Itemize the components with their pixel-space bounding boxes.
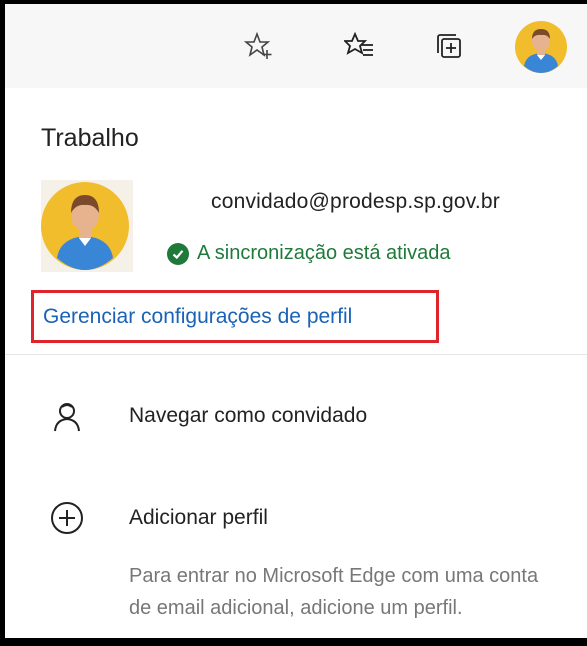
- favorites-icon: [344, 31, 373, 56]
- browser-window: Trabalho convidado@prodesp.sp.gov.br A s…: [0, 0, 587, 646]
- divider: [5, 354, 587, 355]
- favorites-button[interactable]: [337, 24, 381, 68]
- check-circle-icon: [167, 242, 189, 265]
- add-profile-label: Adicionar perfil: [129, 506, 268, 529]
- profile-avatar-large: [41, 180, 133, 272]
- profile-avatar-icon: [515, 21, 567, 73]
- add-profile-item[interactable]: Adicionar perfil: [5, 488, 587, 558]
- manage-profile-settings-link[interactable]: Gerenciar configurações de perfil: [43, 305, 352, 329]
- browse-as-guest-label: Navegar como convidado: [129, 404, 368, 427]
- sync-status-text: A sincronização está ativada: [197, 242, 451, 264]
- sync-status: A sincronização está ativada: [167, 242, 451, 265]
- profile-button[interactable]: [514, 20, 568, 74]
- guest-icon: [49, 398, 85, 434]
- profile-panel: Trabalho convidado@prodesp.sp.gov.br A s…: [5, 88, 587, 638]
- add-circle-icon: [49, 500, 85, 536]
- collections-button[interactable]: [427, 24, 471, 68]
- browse-as-guest-item[interactable]: Navegar como convidado: [5, 388, 587, 458]
- profile-email: convidado@prodesp.sp.gov.br: [211, 190, 501, 213]
- add-profile-description: Para entrar no Microsoft Edge com uma co…: [129, 565, 539, 619]
- profile-name-title: Trabalho: [41, 124, 139, 152]
- star-add-icon: [244, 31, 272, 59]
- browser-toolbar: [5, 4, 587, 89]
- collections-icon: [437, 34, 461, 58]
- add-favorite-button[interactable]: [237, 24, 281, 68]
